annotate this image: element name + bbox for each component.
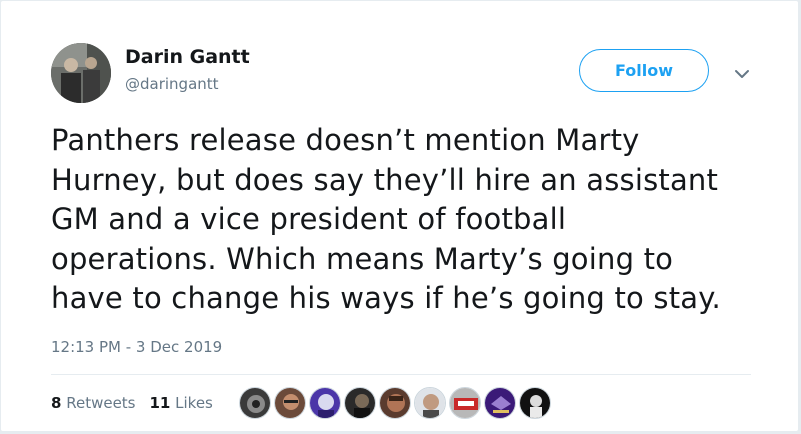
liker-avatar[interactable] xyxy=(309,387,341,419)
chevron-down-icon[interactable] xyxy=(732,64,752,84)
liker-avatar[interactable] xyxy=(344,387,376,419)
author-handle[interactable]: @daringantt xyxy=(125,75,219,93)
liker-avatar[interactable] xyxy=(379,387,411,419)
user-avatar-icon xyxy=(345,388,375,418)
retweets-label: Retweets xyxy=(66,394,136,412)
liker-avatar[interactable] xyxy=(484,387,516,419)
tweet-text-line: operations. Which means Marty’s going to xyxy=(51,241,674,276)
tweet-text: Panthers release doesn’t mention Marty H… xyxy=(51,121,766,319)
author-avatar[interactable] xyxy=(51,43,111,103)
follow-button[interactable]: Follow xyxy=(579,49,709,92)
likers-avatars xyxy=(239,387,551,419)
liker-avatar[interactable] xyxy=(519,387,551,419)
user-avatar-icon xyxy=(520,388,550,418)
user-avatar-icon xyxy=(450,388,480,418)
user-avatar-icon xyxy=(240,388,270,418)
tweet-stats: 8 Retweets 11 Likes xyxy=(51,394,213,412)
divider xyxy=(51,374,751,375)
tweet-text-line: GM and a vice president of football xyxy=(51,202,567,236)
retweets-stat[interactable]: 8 Retweets xyxy=(51,394,136,412)
tweet-timestamp[interactable]: 12:13 PM - 3 Dec 2019 xyxy=(51,338,222,356)
liker-avatar[interactable] xyxy=(449,387,481,419)
user-avatar-icon xyxy=(380,388,410,418)
tweet-text-line: Panthers release doesn’t mention Marty xyxy=(51,123,640,157)
author-name[interactable]: Darin Gantt xyxy=(125,46,250,68)
liker-avatar[interactable] xyxy=(239,387,271,419)
user-avatar-icon xyxy=(275,388,305,418)
avatar-photo-icon xyxy=(51,43,111,103)
likes-count: 11 xyxy=(149,394,171,412)
tweet-text-line: Hurney, but does say they’ll hire an ass… xyxy=(51,162,719,197)
divider xyxy=(51,432,751,433)
tweet-card: Darin Gantt @daringantt Follow Panthers … xyxy=(0,0,799,433)
liker-avatar[interactable] xyxy=(414,387,446,419)
likes-stat[interactable]: 11 Likes xyxy=(150,394,213,412)
team-logo-icon xyxy=(485,388,515,418)
user-avatar-icon xyxy=(310,388,340,418)
retweets-count: 8 xyxy=(51,394,62,412)
tweet-text-line: have to change his ways if he’s going to… xyxy=(51,281,721,315)
liker-avatar[interactable] xyxy=(274,387,306,419)
likes-label: Likes xyxy=(175,394,213,412)
user-avatar-icon xyxy=(415,388,445,418)
